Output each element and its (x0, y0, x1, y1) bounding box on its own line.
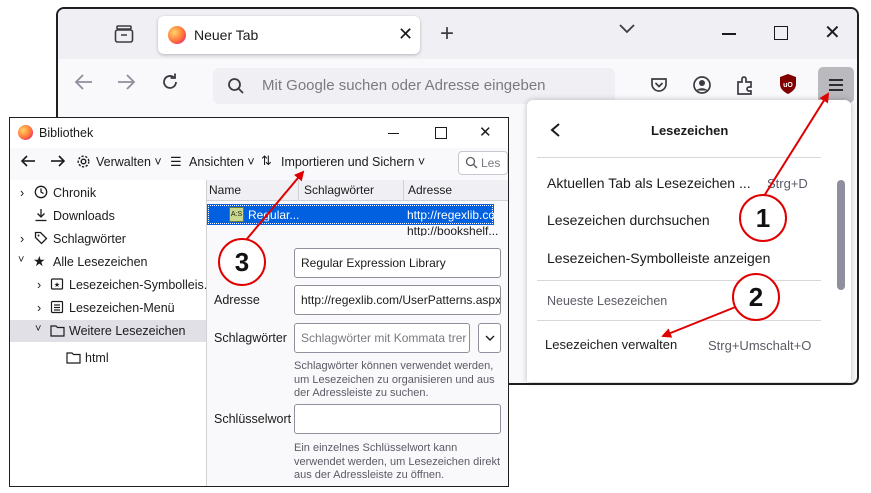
callout-2: 2 (732, 273, 780, 321)
callout-1: 1 (739, 194, 787, 242)
arrow-1 (763, 92, 830, 197)
arrow-3 (245, 170, 305, 241)
callout-3: 3 (218, 238, 266, 286)
annotation-arrows (245, 92, 830, 338)
